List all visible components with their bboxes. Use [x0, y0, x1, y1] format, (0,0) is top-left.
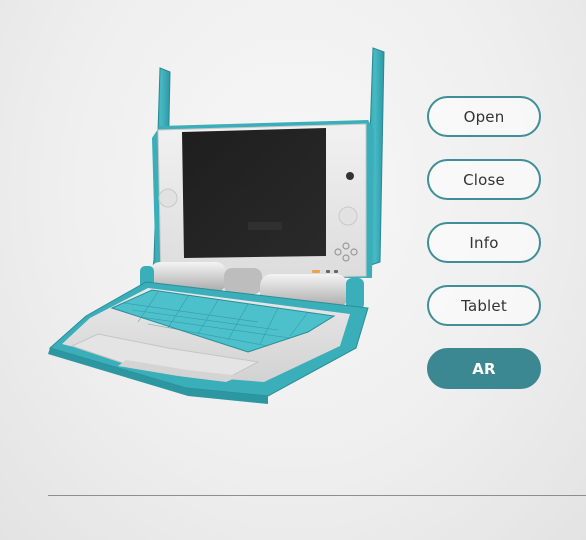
- hinge-center: [224, 268, 262, 294]
- laptop-illustration: [48, 47, 385, 404]
- close-button[interactable]: Close: [427, 159, 541, 200]
- screen: [182, 128, 326, 258]
- ar-button[interactable]: AR: [427, 348, 541, 389]
- laptop-model[interactable]: [28, 30, 388, 430]
- open-button[interactable]: Open: [427, 96, 541, 137]
- tablet-button[interactable]: Tablet: [427, 285, 541, 326]
- info-button[interactable]: Info: [427, 222, 541, 263]
- 3d-viewer[interactable]: Open Close Info Tablet AR: [0, 0, 586, 540]
- floor-divider: [48, 495, 586, 496]
- control-panel: Open Close Info Tablet AR: [427, 96, 541, 411]
